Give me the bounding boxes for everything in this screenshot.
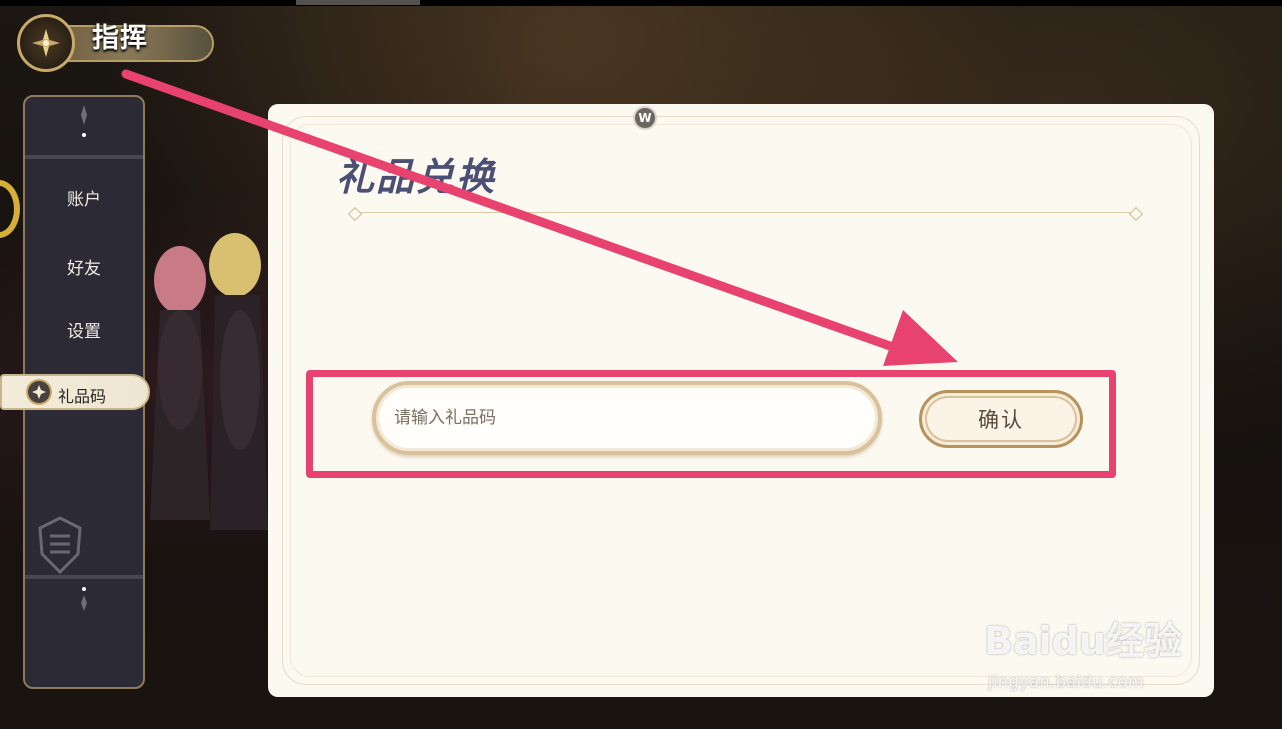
sidebar-item-friends[interactable]: 好友 <box>25 254 143 279</box>
crest-icon <box>38 516 82 575</box>
watermark: Baidu经验 jingyan.baidu.com <box>984 596 1214 700</box>
title-divider <box>356 212 1136 213</box>
close-icon[interactable]: W <box>633 106 657 130</box>
confirm-button-label: 确认 <box>978 408 1024 432</box>
sidebar-top-ornament <box>25 97 143 159</box>
sidebar-item-label: 礼品码 <box>58 387 107 406</box>
sidebar-bottom-ornament <box>25 575 143 687</box>
compass-icon[interactable] <box>17 14 75 72</box>
watermark-site: jingyan.baidu.com <box>988 672 1145 691</box>
top-bar-indicator <box>296 0 420 5</box>
confirm-button[interactable]: 确认 <box>919 390 1083 448</box>
panel-title: 礼品兑换 <box>336 154 497 199</box>
sidebar-item-account[interactable]: 账户 <box>25 185 143 210</box>
top-bar <box>0 0 1282 6</box>
page-title: 指挥 <box>92 23 148 54</box>
sidebar-item-gift-code[interactable]: 礼品码 <box>0 374 150 410</box>
star-icon <box>26 379 52 405</box>
watermark-logo: Baidu经验 <box>984 619 1182 663</box>
gift-code-input[interactable] <box>372 381 882 455</box>
sidebar-item-settings[interactable]: 设置 <box>25 317 143 342</box>
character-artwork <box>150 233 268 530</box>
